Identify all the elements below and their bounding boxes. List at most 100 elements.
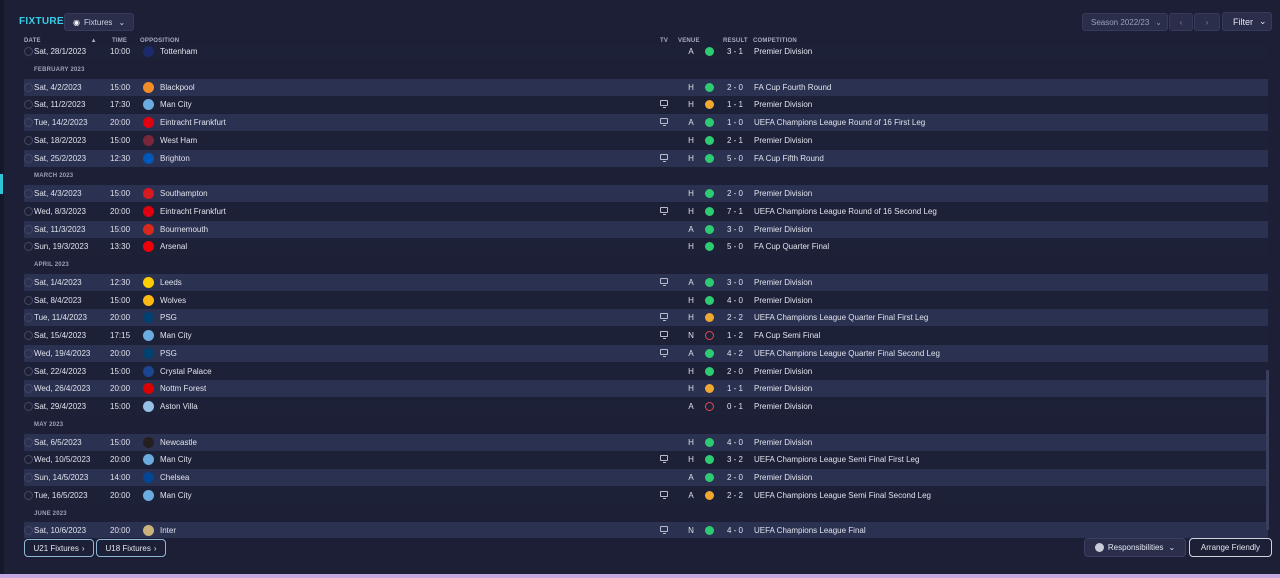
fixture-row[interactable]: Sat, 1/4/2023 12:30 Leeds A 3 - 0 Premier Div… [24,273,1268,291]
competition-name[interactable]: Premier Division [754,402,812,411]
fixture-row[interactable]: Sat, 4/3/2023 15:00 Southampton H 2 - 0 Premi… [24,185,1268,202]
opposition-name[interactable]: Man City [160,491,192,500]
opposition-name[interactable]: Southampton [160,189,208,198]
result-score[interactable]: 3 - 0 [724,225,746,234]
result-score[interactable]: 3 - 1 [724,47,746,56]
previous-season-button[interactable]: ‹ [1169,13,1193,31]
opposition-name[interactable]: Man City [160,331,192,340]
result-score[interactable]: 3 - 0 [724,278,746,287]
competition-name[interactable]: FA Cup Semi Final [754,331,820,340]
competition-name[interactable]: Premier Division [754,473,812,482]
result-score[interactable]: 1 - 1 [724,100,746,109]
result-score[interactable]: 1 - 0 [724,118,746,127]
fixture-row[interactable]: Sat, 10/6/2023 20:00 Inter N 4 - 0 UEFA Champ… [24,522,1268,538]
opposition-name[interactable]: PSG [160,313,177,322]
result-score[interactable]: 5 - 0 [724,154,746,163]
fixture-row[interactable]: Sun, 14/5/2023 14:00 Chelsea A 2 - 0 Premier … [24,469,1268,486]
competition-name[interactable]: UEFA Champions League Semi Final Second … [754,491,931,500]
competition-name[interactable]: FA Cup Fourth Round [754,83,831,92]
fixture-row[interactable]: Sat, 8/4/2023 15:00 Wolves H 4 - 0 Premier Di… [24,291,1268,309]
competition-name[interactable]: UEFA Champions League Quarter Final Seco… [754,349,940,358]
result-score[interactable]: 4 - 2 [724,349,746,358]
next-season-button[interactable]: › [1194,13,1220,31]
opposition-name[interactable]: Inter [160,526,176,535]
result-score[interactable]: 2 - 0 [724,189,746,198]
opposition-name[interactable]: West Ham [160,136,197,145]
opposition-name[interactable]: Leeds [160,278,182,287]
result-score[interactable]: 1 - 1 [724,384,746,393]
result-score[interactable]: 7 - 1 [724,207,746,216]
fixture-row[interactable]: Wed, 10/5/2023 20:00 Man City H 3 - 2 UEFA Ch… [24,451,1268,469]
competition-name[interactable]: FA Cup Quarter Final [754,242,829,251]
competition-name[interactable]: Premier Division [754,278,812,287]
view-dropdown[interactable]: ◉ Fixtures ⌄ [64,13,134,31]
result-score[interactable]: 4 - 0 [724,296,746,305]
opposition-name[interactable]: Wolves [160,296,186,305]
competition-name[interactable]: Premier Division [754,438,812,447]
fixture-row[interactable]: Sat, 18/2/2023 15:00 West Ham H 2 - 1 Premier… [24,131,1268,149]
result-score[interactable]: 1 - 2 [724,331,746,340]
opposition-name[interactable]: Chelsea [160,473,189,482]
fixture-row[interactable]: Sun, 19/3/2023 13:30 Arsenal H 5 - 0 FA Cup Q… [24,238,1268,256]
opposition-name[interactable]: Man City [160,100,192,109]
result-score[interactable]: 2 - 1 [724,136,746,145]
responsibilities-button[interactable]: Responsibilities ⌄ [1084,538,1186,557]
result-score[interactable]: 2 - 0 [724,473,746,482]
fixture-row[interactable]: Sat, 28/1/2023 10:00 Tottenham A 3 - 1 Premie… [24,44,1268,60]
opposition-name[interactable]: Crystal Palace [160,367,212,376]
fixture-row[interactable]: Wed, 19/4/2023 20:00 PSG A 4 - 2 UEFA Champio… [24,344,1268,362]
competition-name[interactable]: Premier Division [754,367,812,376]
fixture-row[interactable]: Tue, 11/4/2023 20:00 PSG H 2 - 2 UEFA Champio… [24,309,1268,327]
fixture-row[interactable]: Sat, 4/2/2023 15:00 Blackpool H 2 - 0 FA Cup … [24,78,1268,96]
competition-name[interactable]: Premier Division [754,47,812,56]
fixture-row[interactable]: Tue, 14/2/2023 20:00 Eintracht Frankfurt A 1… [24,114,1268,131]
opposition-name[interactable]: Blackpool [160,83,195,92]
result-score[interactable]: 3 - 2 [724,455,746,464]
opposition-name[interactable]: Bournemouth [160,225,208,234]
fixture-row[interactable]: Sat, 11/3/2023 15:00 Bournemouth A 3 - 0 Prem… [24,220,1268,238]
competition-name[interactable]: UEFA Champions League Semi Final First L… [754,455,919,464]
competition-name[interactable]: Premier Division [754,136,812,145]
competition-name[interactable]: Premier Division [754,296,812,305]
fixture-row[interactable]: Wed, 26/4/2023 20:00 Nottm Forest H 1 - 1 Pre… [24,380,1268,398]
fixture-row[interactable]: Sat, 25/2/2023 12:30 Brighton H 5 - 0 FA Cup … [24,149,1268,167]
arrange-friendly-button[interactable]: Arrange Friendly [1189,538,1272,557]
competition-name[interactable]: Premier Division [754,384,812,393]
scrollbar[interactable] [1266,370,1269,530]
opposition-name[interactable]: PSG [160,349,177,358]
fixture-row[interactable]: Sat, 29/4/2023 15:00 Aston Villa A 0 - 1 Prem… [24,398,1268,415]
opposition-name[interactable]: Eintracht Frankfurt [160,207,226,216]
season-dropdown[interactable]: Season 2022/23 ⌄ [1082,13,1168,31]
opposition-name[interactable]: Aston Villa [160,402,198,411]
fixtures-list[interactable]: Sat, 28/1/2023 10:00 Tottenham A 3 - 1 Premie… [24,44,1268,538]
fixture-row[interactable]: Sat, 22/4/2023 15:00 Crystal Palace H 2 - 0 P… [24,362,1268,380]
opposition-name[interactable]: Arsenal [160,242,187,251]
opposition-name[interactable]: Nottm Forest [160,384,206,393]
result-score[interactable]: 4 - 0 [724,438,746,447]
opposition-name[interactable]: Eintracht Frankfurt [160,118,226,127]
u21-fixtures-button[interactable]: U21 Fixtures › [24,539,94,557]
opposition-name[interactable]: Newcastle [160,438,197,447]
fixture-row[interactable]: Sat, 15/4/2023 17:15 Man City N 1 - 2 FA Cup … [24,327,1268,344]
competition-name[interactable]: Premier Division [754,100,812,109]
result-score[interactable]: 2 - 0 [724,83,746,92]
competition-name[interactable]: UEFA Champions League Quarter Final Firs… [754,313,928,322]
competition-name[interactable]: FA Cup Fifth Round [754,154,824,163]
competition-name[interactable]: UEFA Champions League Final [754,526,866,535]
result-score[interactable]: 0 - 1 [724,402,746,411]
competition-name[interactable]: Premier Division [754,189,812,198]
competition-name[interactable]: UEFA Champions League Round of 16 Second… [754,207,937,216]
competition-name[interactable]: UEFA Champions League Round of 16 First … [754,118,925,127]
result-score[interactable]: 2 - 2 [724,491,746,500]
result-score[interactable]: 5 - 0 [724,242,746,251]
fixture-row[interactable]: Wed, 8/3/2023 20:00 Eintracht Frankfurt H 7 … [24,202,1268,220]
opposition-name[interactable]: Brighton [160,154,190,163]
opposition-name[interactable]: Tottenham [160,47,197,56]
competition-name[interactable]: Premier Division [754,225,812,234]
result-score[interactable]: 4 - 0 [724,526,746,535]
filter-button[interactable]: Filter ⌄ [1222,12,1272,31]
fixture-row[interactable]: Sat, 11/2/2023 17:30 Man City H 1 - 1 Premier… [24,96,1268,114]
opposition-name[interactable]: Man City [160,455,192,464]
fixture-row[interactable]: Sat, 6/5/2023 15:00 Newcastle H 4 - 0 Premier… [24,433,1268,451]
fixture-row[interactable]: Tue, 16/5/2023 20:00 Man City A 2 - 2 UEFA Ch… [24,486,1268,504]
